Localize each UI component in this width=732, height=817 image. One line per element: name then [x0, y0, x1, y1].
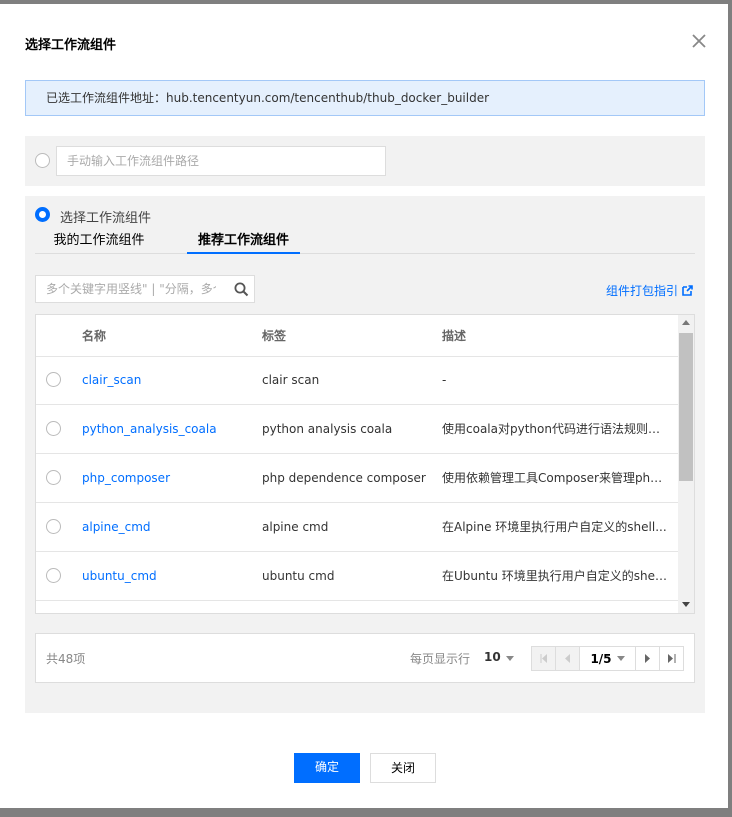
component-desc: 在Alpine 环境里执行用户自定义的shell... — [442, 520, 667, 534]
dialog: 选择工作流组件 已选工作流组件地址：hub.tencentyun.com/ten… — [0, 4, 728, 808]
guide-link-label: 组件打包指引 — [605, 284, 678, 298]
next-page-button[interactable] — [635, 646, 660, 671]
component-name-link[interactable]: ubuntu_cmd — [82, 552, 252, 600]
row-radio[interactable] — [46, 470, 61, 485]
close-icon[interactable] — [690, 32, 708, 50]
manual-radio[interactable] — [35, 153, 50, 168]
table-header: 名称 标签 描述 — [36, 315, 679, 357]
pagination: 共48项 每页显示行 10 1/5 — [35, 633, 695, 683]
page-value: 1/5 — [590, 651, 612, 666]
tab-my-components[interactable]: 我的工作流组件 — [49, 229, 149, 254]
row-radio[interactable] — [46, 372, 61, 387]
header-tag: 标签 — [262, 329, 287, 343]
table-row-partial — [36, 601, 679, 613]
table-row[interactable]: python_analysis_coala python analysis co… — [36, 405, 679, 454]
tab-recommended-components[interactable]: 推荐工作流组件 — [187, 229, 300, 254]
confirm-button[interactable]: 确定 — [294, 753, 360, 783]
table-row[interactable]: php_composer php dependence composer 使用依… — [36, 454, 679, 503]
row-radio[interactable] — [46, 421, 61, 436]
packaging-guide-link[interactable]: 组件打包指引 — [606, 282, 693, 299]
last-page-icon — [667, 654, 675, 663]
component-desc: 在Ubuntu 环境里执行用户自定义的shell... — [442, 569, 667, 583]
search-icon[interactable] — [234, 282, 249, 297]
component-tag: python analysis coala — [262, 422, 393, 436]
header-desc: 描述 — [442, 329, 467, 343]
chevron-down-icon — [505, 656, 514, 661]
scroll-up-icon[interactable] — [682, 320, 690, 325]
manual-input-section — [25, 136, 705, 186]
select-label: 选择工作流组件 — [60, 211, 152, 226]
component-tag: ubuntu cmd — [262, 569, 335, 583]
select-section: 选择工作流组件 我的工作流组件 推荐工作流组件 组件打包指引 名称 标签 描述 … — [25, 196, 705, 713]
component-name-link[interactable]: alpine_cmd — [82, 503, 252, 551]
next-page-icon — [644, 654, 650, 663]
component-name-link[interactable]: clair_scan — [82, 356, 252, 404]
search-box — [35, 275, 255, 303]
table-row[interactable]: clair_scan clair scan - — [36, 356, 679, 405]
components-table: 名称 标签 描述 clair_scan clair scan - python_… — [35, 314, 695, 614]
tab-bar: 我的工作流组件 推荐工作流组件 — [35, 233, 695, 254]
dialog-title: 选择工作流组件 — [25, 38, 117, 53]
component-tag: clair scan — [262, 373, 320, 387]
row-radio[interactable] — [46, 568, 61, 583]
component-desc: - — [442, 373, 447, 387]
total-count: 共48项 — [46, 652, 86, 666]
component-tag: php dependence composer — [262, 471, 426, 485]
header-name: 名称 — [82, 329, 107, 343]
per-page-label: 每页显示行 — [410, 652, 471, 666]
component-desc: 使用依赖管理工具Composer来管理php... — [442, 471, 667, 485]
first-page-button[interactable] — [531, 646, 556, 671]
search-input[interactable] — [36, 276, 226, 302]
external-link-icon — [682, 285, 693, 296]
prev-page-button[interactable] — [555, 646, 580, 671]
per-page-value: 10 — [484, 650, 501, 664]
last-page-button[interactable] — [659, 646, 684, 671]
component-name-link[interactable]: php_composer — [82, 454, 252, 502]
manual-path-input[interactable] — [56, 146, 386, 176]
close-button[interactable]: 关闭 — [370, 753, 436, 783]
component-desc: 使用coala对python代码进行语法规则和... — [442, 422, 667, 436]
selected-address-notice: 已选工作流组件地址：hub.tencentyun.com/tencenthub/… — [25, 80, 705, 116]
row-radio[interactable] — [46, 519, 61, 534]
select-radio[interactable] — [35, 207, 50, 222]
scroll-down-icon[interactable] — [682, 602, 690, 607]
table-row[interactable]: alpine_cmd alpine cmd 在Alpine 环境里执行用户自定义… — [36, 503, 679, 552]
component-tag: alpine cmd — [262, 520, 329, 534]
per-page-select[interactable]: 10 — [484, 650, 514, 664]
table-scrollbar[interactable] — [678, 315, 694, 613]
first-page-icon — [540, 654, 547, 663]
prev-page-icon — [564, 654, 570, 663]
scrollbar-thumb[interactable] — [679, 333, 693, 481]
page-select[interactable]: 1/5 — [579, 646, 636, 671]
component-name-link[interactable]: python_analysis_coala — [82, 405, 252, 453]
chevron-down-icon — [616, 656, 625, 661]
table-row[interactable]: ubuntu_cmd ubuntu cmd 在Ubuntu 环境里执行用户自定义… — [36, 552, 679, 601]
